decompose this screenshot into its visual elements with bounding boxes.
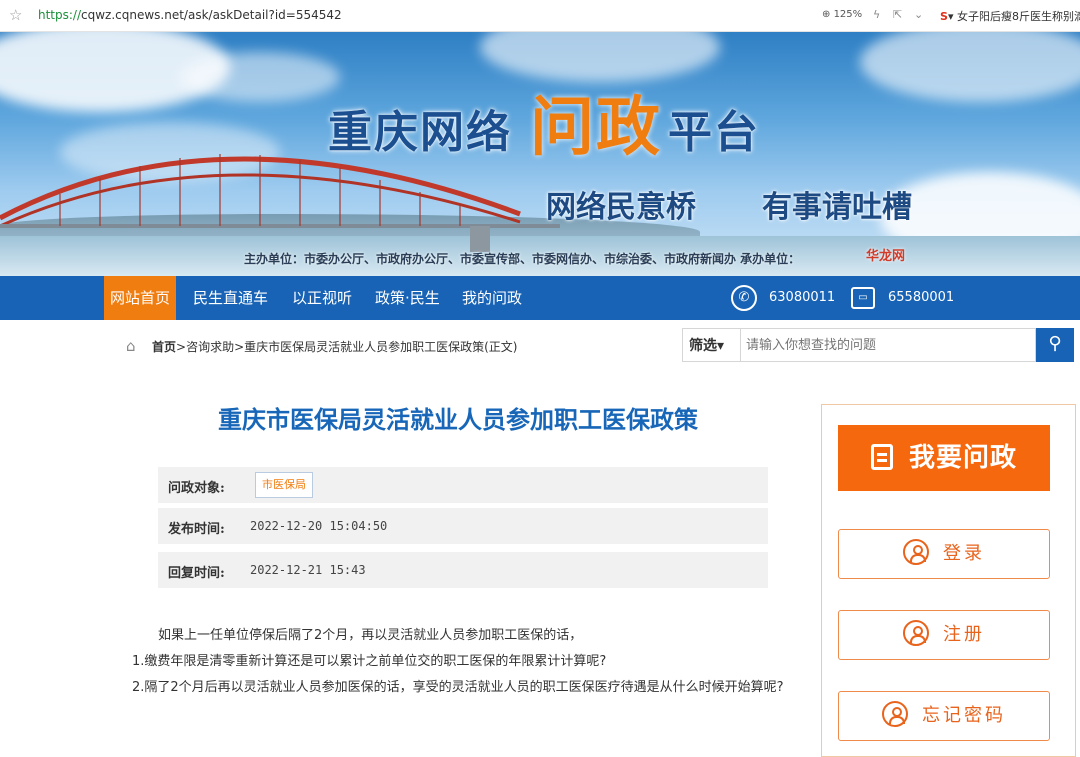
meta-target-row: 问政对象: 市医保局 [158, 467, 768, 503]
article-title: 重庆市医保局灵活就业人员参加职工医保政策 [218, 406, 698, 434]
ask-question-button[interactable]: 我要问政 [838, 425, 1050, 491]
register-button[interactable]: 注册 [838, 610, 1050, 660]
reply-time: 2022-12-21 15:43 [250, 563, 366, 577]
meta-reply-row: 回复时间: 2022-12-21 15:43 [158, 552, 768, 588]
search-icon: ⚲ [1048, 333, 1062, 354]
user-icon [903, 539, 929, 565]
banner-title-part3: 平台 [668, 107, 760, 158]
news-ticker[interactable]: S▾ 女子阳后瘦8斤医生称别滴 [940, 8, 1080, 24]
user-icon [903, 620, 929, 646]
banner-slogan-2: 有事请吐槽 [762, 190, 912, 225]
register-label: 注册 [943, 624, 985, 645]
target-department-tag[interactable]: 市医保局 [255, 472, 313, 498]
phone-icon: ✆ [731, 285, 757, 311]
bookmark-star-icon[interactable]: ☆ [9, 6, 22, 24]
browser-address-bar: ☆ https://cqwz.cqnews.net/ask/askDetail?… [0, 0, 1080, 32]
login-button[interactable]: 登录 [838, 529, 1050, 579]
article-body: 如果上一任单位停保后隔了2个月，再以灵活就业人员参加职工医保的话， 1.缴费年限… [132, 623, 802, 701]
share-icon[interactable]: ⇱ [893, 8, 902, 21]
article-paragraph: 1.缴费年限是清零重新计算还是可以累计之前单位交的职工医保的年限累计计算呢? [132, 654, 607, 669]
banner-title-part2: 问政 [530, 91, 662, 165]
cloud-decoration [860, 32, 1080, 102]
lightning-icon[interactable]: ϟ [873, 8, 880, 21]
url-scheme: https:// [38, 8, 82, 22]
breadcrumb: 首页>咨询求助>重庆市医保局灵活就业人员参加职工医保政策(正文) [152, 338, 518, 355]
main-navigation: 网站首页 民生直通车 以正视听 政策·民生 我的问政 ✆ 63080011 ▭ … [0, 276, 1080, 320]
posted-label: 发布时间: [168, 522, 225, 537]
search-input[interactable] [740, 328, 1036, 362]
breadcrumb-bar: ⌂ 首页>咨询求助>重庆市医保局灵活就业人员参加职工医保政策(正文) 筛选▾ ⚲ [106, 320, 1074, 372]
target-label: 问政对象: [168, 481, 225, 496]
chevron-down-icon[interactable]: ⌄ [914, 8, 923, 21]
nav-item-my-questions[interactable]: 我的问政 [462, 276, 522, 320]
sogou-icon: S [940, 10, 948, 23]
reply-label: 回复时间: [168, 566, 225, 581]
article-main: 重庆市医保局灵活就业人员参加职工医保政策 问政对象: 市医保局 发布时间: 20… [106, 372, 810, 757]
meta-posted-row: 发布时间: 2022-12-20 15:04:50 [158, 508, 768, 544]
fax-number: 65580001 [888, 290, 955, 305]
zoom-value: 125% [833, 9, 863, 20]
banner-sponsor-text: 主办单位：市委办公厅、市政府办公厅、市委宣传部、市委网信办、市综治委、市政府新闻… [244, 252, 801, 266]
hualong-logo[interactable]: 华龙网 [866, 245, 905, 264]
home-icon[interactable]: ⌂ [126, 337, 142, 355]
fax-icon: ▭ [851, 287, 875, 309]
url-path: cqwz.cqnews.net/ask/askDetail?id=554542 [81, 8, 342, 22]
nav-item-home[interactable]: 网站首页 [104, 276, 177, 320]
news-ticker-text: 女子阳后瘦8斤医生称别滴 [956, 10, 1080, 23]
forgot-password-button[interactable]: 忘记密码 [838, 691, 1050, 741]
side-panel: 我要问政 登录 注册 忘记密码 [821, 404, 1076, 757]
breadcrumb-home[interactable]: 首页 [152, 340, 176, 354]
cloud-decoration [480, 32, 720, 82]
url-field[interactable]: https://cqwz.cqnews.net/ask/askDetail?id… [38, 8, 342, 22]
hotline-phone: 63080011 [769, 290, 836, 305]
document-icon [870, 444, 893, 470]
nav-item-livelihood[interactable]: 民生直通车 [193, 276, 268, 320]
user-icon [882, 701, 908, 727]
breadcrumb-path[interactable]: >咨询求助>重庆市医保局灵活就业人员参加职工医保政策(正文) [176, 340, 517, 354]
search-button[interactable]: ⚲ [1036, 328, 1074, 362]
login-label: 登录 [943, 543, 985, 564]
article-paragraph: 2.隔了2个月后再以灵活就业人员参加医保的话，享受的灵活就业人员的职工医保医疗待… [132, 680, 784, 695]
banner-slogan-1: 网络民意桥 [546, 190, 696, 225]
forgot-password-label: 忘记密码 [922, 705, 1006, 726]
nav-item-policy[interactable]: 政策·民生 [375, 276, 440, 320]
site-banner: 重庆网络 问政 平台 网络民意桥 有事请吐槽 主办单位：市委办公厅、市政府办公厅… [0, 32, 1080, 276]
posted-time: 2022-12-20 15:04:50 [250, 519, 388, 533]
cloud-decoration [180, 52, 340, 102]
article-paragraph: 如果上一任单位停保后隔了2个月，再以灵活就业人员参加职工医保的话， [158, 628, 583, 643]
zoom-level[interactable]: ⊕ 125% [822, 9, 862, 20]
nav-item-clarify[interactable]: 以正视听 [292, 276, 352, 320]
ask-question-label: 我要问政 [908, 443, 1017, 473]
banner-title-part1: 重庆网络 [328, 107, 512, 158]
filter-dropdown[interactable]: 筛选▾ [682, 328, 740, 362]
